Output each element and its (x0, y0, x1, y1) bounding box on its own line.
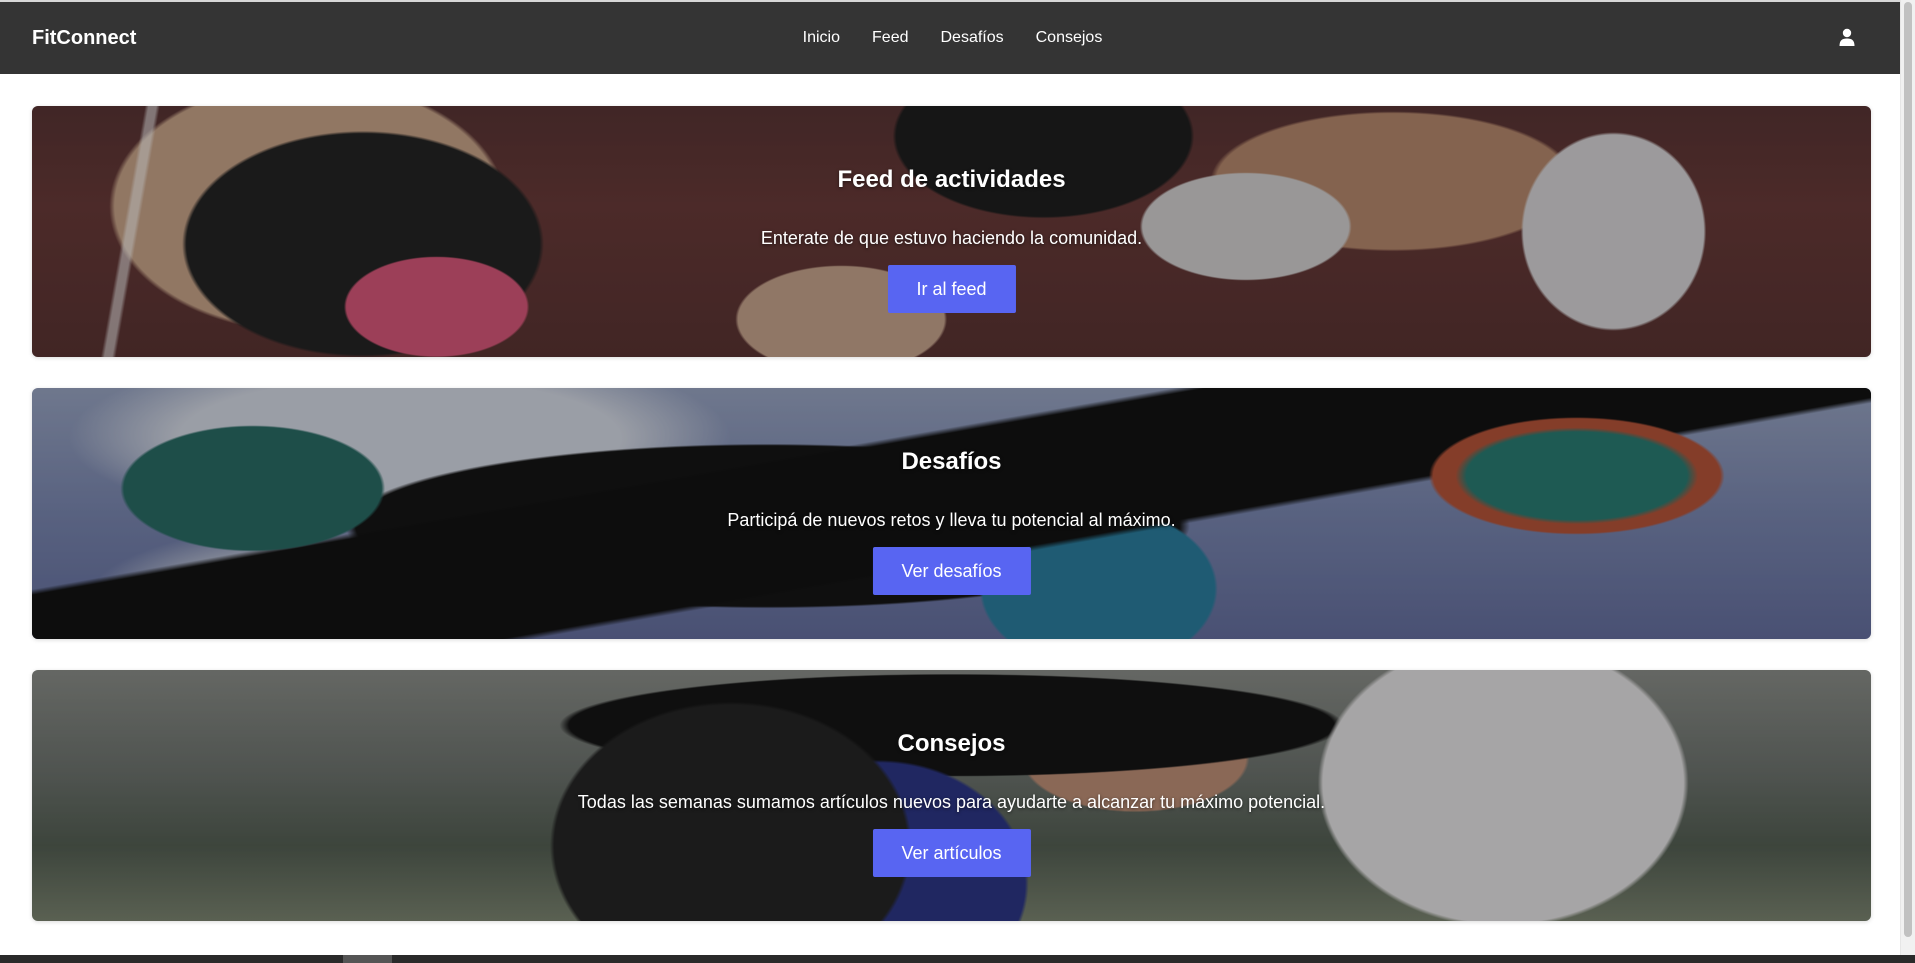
feed-card: Feed de actividades Enterate de que estu… (32, 106, 1871, 357)
nav-link-desafios[interactable]: Desafíos (940, 29, 1003, 47)
user-icon[interactable] (1836, 26, 1858, 48)
go-to-feed-button[interactable]: Ir al feed (887, 265, 1016, 313)
nav-link-consejos[interactable]: Consejos (1036, 29, 1103, 47)
challenges-card-title: Desafíos (901, 448, 1002, 475)
nav-link-feed[interactable]: Feed (872, 29, 908, 47)
challenges-card: Desafíos Participá de nuevos retos y lle… (32, 388, 1871, 639)
taskbar-item[interactable] (343, 955, 392, 963)
view-articles-button[interactable]: Ver artículos (872, 829, 1031, 877)
scrollbar-thumb[interactable] (1904, 2, 1912, 937)
view-challenges-button[interactable]: Ver desafíos (872, 547, 1031, 595)
tips-card: Consejos Todas las semanas sumamos artíc… (32, 670, 1871, 921)
navbar: FitConnect Inicio Feed Desafíos Consejos (0, 2, 1900, 74)
tips-card-title: Consejos (897, 730, 1006, 757)
nav-link-inicio[interactable]: Inicio (803, 29, 840, 47)
tips-card-text: Todas las semanas sumamos artículos nuev… (577, 792, 1326, 812)
feed-card-text: Enterate de que estuvo haciendo la comun… (760, 228, 1143, 248)
feed-card-title: Feed de actividades (837, 166, 1066, 193)
nav-links: Inicio Feed Desafíos Consejos (0, 2, 1900, 74)
taskbar (0, 955, 1915, 963)
vertical-scrollbar[interactable] (1900, 0, 1915, 955)
challenges-card-text: Participá de nuevos retos y lleva tu pot… (727, 510, 1176, 530)
